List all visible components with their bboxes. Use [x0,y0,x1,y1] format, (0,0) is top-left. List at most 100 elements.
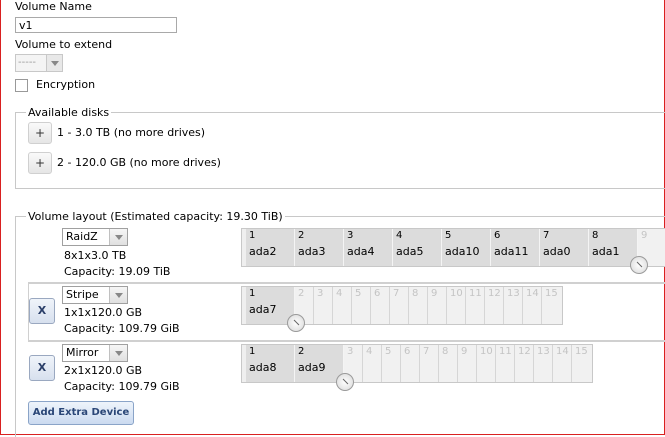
add-extra-device-button[interactable]: Add Extra Device [28,401,134,425]
disk-name: ada9 [298,361,326,374]
disk-cell-empty[interactable]: 9 [428,287,447,324]
column-number: 9 [641,230,648,241]
volume-name-input[interactable]: v1 [15,17,177,33]
available-disks-fieldset [15,112,665,189]
vdev-layout-stripe: 1x1x120.0 GB [64,306,143,319]
disk-cell[interactable]: 1 ada2 [246,229,295,266]
disk-cell[interactable]: 7 ada0 [540,229,589,266]
disk-name: ada2 [249,245,277,258]
disk-name: ada10 [445,245,480,258]
disk-cell-empty[interactable]: 14 [523,287,542,324]
add-disk-group-2-button[interactable]: + [28,152,52,174]
column-number: 2 [298,288,305,299]
volume-extend-value: ----- [18,57,37,68]
column-number: 6 [494,230,501,241]
vdev-type-value: Mirror [66,346,99,359]
disk-cell-empty[interactable]: 10 [477,345,496,382]
column-number: 7 [423,346,430,357]
column-number: 5 [355,288,362,299]
encryption-label: Encryption [36,78,96,91]
disk-cell-empty[interactable]: 12 [515,345,534,382]
column-number: 6 [374,288,381,299]
disk-name: ada7 [249,303,277,316]
resize-handle-icon[interactable] [630,256,648,274]
disk-cell[interactable]: 6 ada11 [491,229,540,266]
column-number: 15 [575,346,588,357]
disk-cell[interactable]: 4 ada5 [393,229,442,266]
column-number: 12 [488,288,501,299]
disk-cell-empty[interactable]: 8 [439,345,458,382]
disk-name: ada8 [249,361,277,374]
volume-extend-select[interactable]: ----- [15,54,63,72]
resize-handle-icon[interactable] [336,373,354,391]
remove-vdev-stripe-button[interactable]: X [29,298,55,324]
vdev-type-select-mirror[interactable]: Mirror [62,344,128,362]
disk-cell-empty[interactable]: 13 [504,287,523,324]
column-number: 2 [298,346,305,357]
disk-cell-empty[interactable]: 15 [542,287,562,324]
disk-cell-empty[interactable]: 4 [333,287,352,324]
disk-group-2-label: 2 - 120.0 GB (no more drives) [57,156,221,169]
column-number: 9 [461,346,468,357]
column-number: 11 [499,346,512,357]
add-disk-group-1-button[interactable]: + [28,122,52,144]
vdev-capacity-stripe: Capacity: 109.79 GiB [64,322,180,335]
column-number: 4 [396,230,403,241]
vdev-layout-raidz: 8x1x3.0 TB [64,249,127,262]
disk-cell-empty[interactable]: 6 [371,287,390,324]
column-number: 14 [526,288,539,299]
disk-grid-mirror[interactable]: 1 ada8 2 ada9 3 4 5 6 7 8 9 10 11 12 13 14… [241,344,593,383]
vdev-capacity-mirror: Capacity: 109.79 GiB [64,380,180,393]
vdev-type-value: RaidZ [66,230,98,243]
disk-cell[interactable]: 1 ada8 [246,345,295,382]
resize-handle-icon[interactable] [287,314,305,332]
disk-cell-empty[interactable]: 6 [401,345,420,382]
disk-cell-empty[interactable]: 4 [363,345,382,382]
chevron-down-icon [109,229,127,245]
disk-cell-empty[interactable]: 7 [390,287,409,324]
column-number: 7 [543,230,550,241]
disk-cell-empty[interactable]: 11 [496,345,515,382]
chevron-down-icon [109,287,127,303]
column-number: 10 [480,346,493,357]
disk-cell[interactable]: 5 ada10 [442,229,491,266]
column-number: 10 [450,288,463,299]
column-number: 8 [442,346,449,357]
remove-vdev-mirror-button[interactable]: X [29,355,55,381]
disk-cell-empty[interactable]: 7 [420,345,439,382]
disk-cell-empty[interactable]: 9 [458,345,477,382]
disk-cell-empty[interactable]: 12 [485,287,504,324]
column-number: 3 [347,230,354,241]
disk-grid-raidz[interactable]: 1 ada2 2 ada3 3 ada4 4 ada5 5 ada10 6 ada11 7 a… [241,228,665,267]
column-number: 1 [249,230,256,241]
disk-cell-empty[interactable]: 13 [534,345,553,382]
column-number: 3 [347,346,354,357]
vdev-type-value: Stripe [66,288,99,301]
disk-cell-empty[interactable]: 3 [314,287,333,324]
disk-cell[interactable]: 3 ada4 [344,229,393,266]
disk-cell-empty[interactable]: 8 [409,287,428,324]
disk-cell-empty[interactable]: 11 [466,287,485,324]
disk-name: ada11 [494,245,529,258]
disk-cell[interactable]: 2 ada3 [295,229,344,266]
vdev-type-select-stripe[interactable]: Stripe [62,286,128,304]
disk-name: ada3 [298,245,326,258]
column-number: 8 [412,288,419,299]
chevron-down-icon [109,345,127,361]
vdev-layout-mirror: 2x1x120.0 GB [64,364,143,377]
disk-name: ada4 [347,245,375,258]
column-number: 1 [249,346,256,357]
vdev-type-select-raidz[interactable]: RaidZ [62,228,128,246]
encryption-checkbox[interactable] [15,79,28,92]
chevron-down-icon [46,55,62,71]
disk-cell-empty[interactable]: 5 [382,345,401,382]
disk-cell-empty[interactable]: 14 [553,345,572,382]
column-number: 13 [507,288,520,299]
disk-cell-empty[interactable]: 5 [352,287,371,324]
column-number: 1 [249,288,256,299]
disk-cell-empty[interactable]: 15 [572,345,592,382]
disk-cell-empty[interactable]: 10 [447,287,466,324]
column-number: 2 [298,230,305,241]
column-number: 13 [537,346,550,357]
column-number: 5 [385,346,392,357]
